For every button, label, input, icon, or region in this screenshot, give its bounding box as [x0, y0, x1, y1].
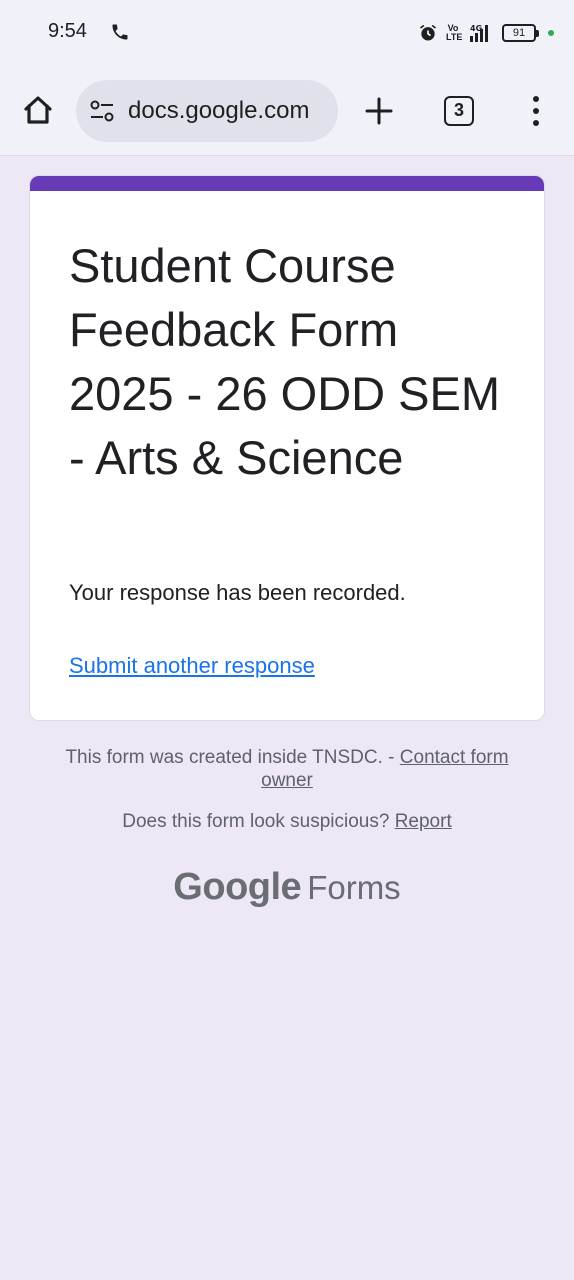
privacy-dot — [548, 30, 554, 36]
report-link[interactable]: Report — [395, 811, 452, 832]
url-text: docs.google.com — [128, 97, 310, 124]
footer-suspicious-text: Does this form look suspicious? — [122, 811, 395, 832]
footer-created-text: This form was created inside TNSDC. - — [65, 747, 400, 768]
confirmation-message: Your response has been recorded. — [69, 580, 406, 605]
phone-call-icon — [112, 24, 128, 40]
footer-created-notice: This form was created inside TNSDC. - Co… — [40, 746, 534, 792]
status-icons: Vo LTE 4G 91 — [418, 20, 554, 46]
google-forms-logo[interactable]: Google Forms — [0, 866, 574, 909]
add-icon[interactable] — [360, 92, 398, 130]
card-accent-bar — [30, 176, 544, 191]
alarm-icon — [420, 24, 436, 41]
volte-indicator: Vo LTE — [446, 23, 463, 42]
submit-another-response-link[interactable]: Submit another response — [69, 653, 315, 679]
browser-toolbar: docs.google.com 3 — [0, 64, 574, 156]
form-title: Student Course Feedback Form 2025 - 26 O… — [69, 239, 501, 484]
home-icon[interactable] — [18, 90, 58, 130]
footer-suspicious-notice: Does this form look suspicious? Report — [0, 811, 574, 833]
signal-icon: 4G — [470, 24, 488, 42]
status-bar: 9:54 Vo LTE 4G 91 — [0, 0, 574, 64]
site-settings-icon[interactable] — [88, 97, 116, 125]
status-time: 9:54 — [48, 20, 87, 42]
form-card: Student Course Feedback Form 2025 - 26 O… — [29, 175, 545, 721]
brand-google: Google — [173, 866, 302, 908]
more-vert-icon[interactable] — [524, 94, 548, 128]
battery-indicator: 91 — [502, 24, 539, 42]
brand-forms: Forms — [307, 869, 401, 906]
address-bar[interactable]: docs.google.com — [76, 80, 338, 142]
tabs-icon[interactable]: 3 — [444, 96, 474, 126]
